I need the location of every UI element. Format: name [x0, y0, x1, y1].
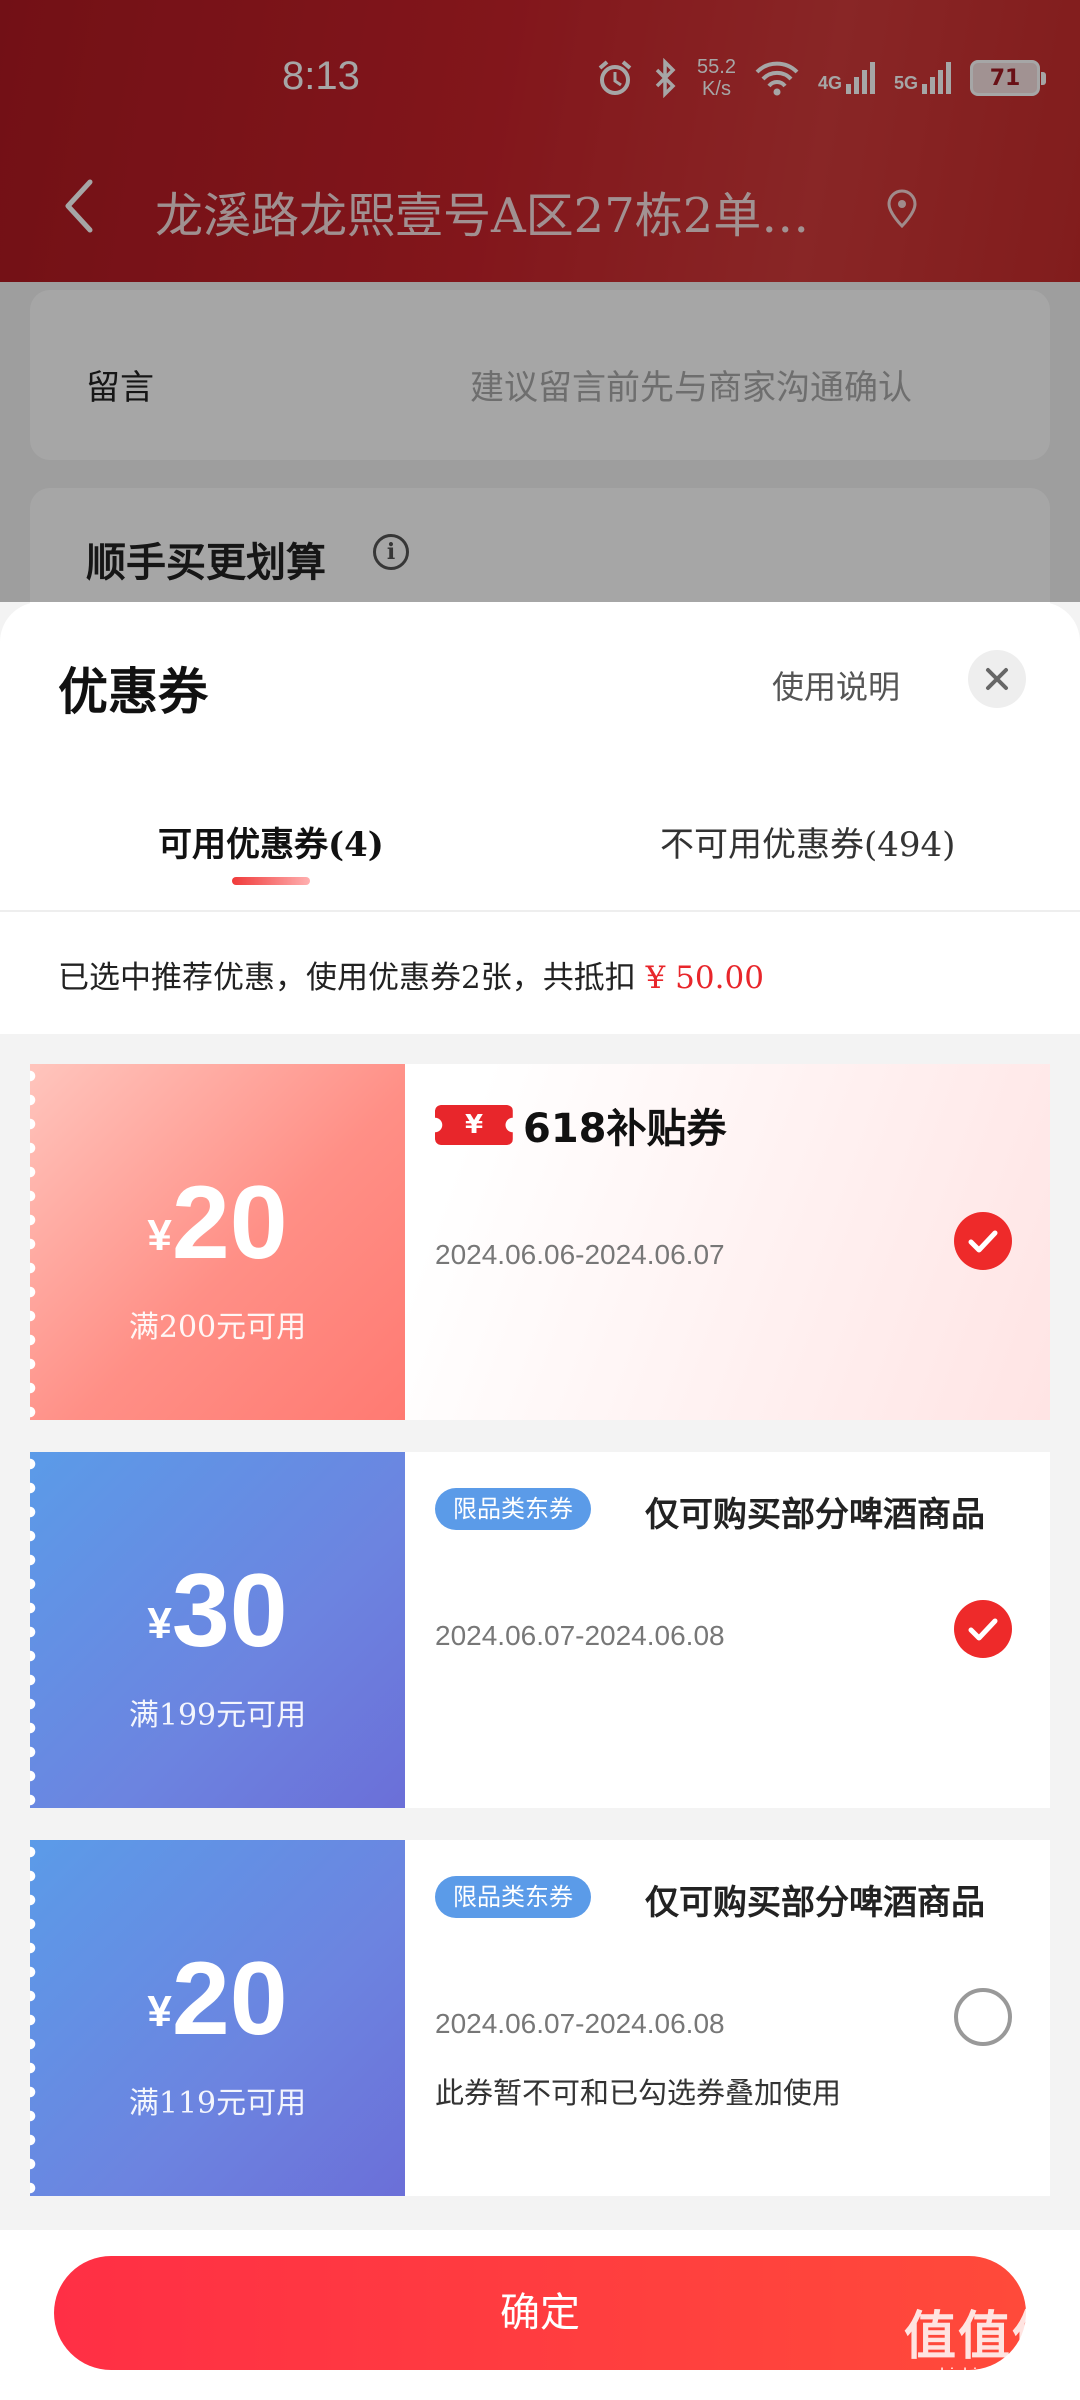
- category-badge: 限品类东券: [435, 1488, 591, 1530]
- ticket-icon: ¥: [435, 1105, 513, 1145]
- coupon-name: 618补贴券: [523, 1106, 727, 1152]
- coupon-sheet: 优惠券 使用说明 可用优惠券(4) 不可用优惠券(494) 已选中推荐优惠，使用…: [0, 602, 1080, 2400]
- sheet-title: 优惠券: [58, 662, 208, 721]
- coupon-value-panel: ¥30 满199元可用: [30, 1452, 405, 1808]
- coupon-stack-note: 此券暂不可和已勾选券叠加使用: [435, 2076, 842, 2110]
- category-badge: 限品类东券: [435, 1876, 591, 1918]
- close-button[interactable]: [968, 650, 1026, 708]
- confirm-button[interactable]: 确定: [54, 2256, 1026, 2370]
- coupon-validity: 2024.06.07-2024.06.08: [435, 1620, 725, 1651]
- coupon-threshold: 满199元可用: [128, 1698, 307, 1733]
- coupon-checkbox-checked[interactable]: [954, 1600, 1012, 1658]
- coupon-validity: 2024.06.06-2024.06.07: [435, 1239, 725, 1270]
- coupon-threshold: 满200元可用: [128, 1310, 307, 1345]
- coupon-threshold: 满119元可用: [128, 2086, 307, 2121]
- coupon-validity: 2024.06.07-2024.06.08: [435, 2008, 725, 2039]
- modal-overlay[interactable]: [0, 0, 1080, 602]
- subsidy-badge: ¥ 618补贴券: [435, 1096, 727, 1154]
- coupon-amount: ¥20: [147, 1941, 288, 2057]
- tab-unavailable-coupons[interactable]: 不可用优惠券(494): [660, 817, 955, 866]
- summary-text: 已选中推荐优惠，使用优惠券2张，共抵扣: [58, 960, 636, 996]
- coupon-list: ¥20 满200元可用 ¥ 618补贴券 2024.06.06-2024.06.…: [0, 1034, 1080, 2230]
- close-icon: [986, 668, 1008, 690]
- coupon-value-panel: ¥20 满200元可用: [30, 1064, 405, 1420]
- watermark-logo: 值值值: [903, 2306, 1066, 2367]
- summary-amount: ¥ 50.00: [645, 960, 764, 996]
- coupon-amount: ¥20: [147, 1165, 288, 1281]
- coupon-value-panel: ¥20 满119元可用: [30, 1840, 405, 2196]
- coupon-checkbox-unchecked[interactable]: [954, 1988, 1012, 2046]
- usage-instructions-link[interactable]: 使用说明: [772, 662, 900, 708]
- coupon-amount: ¥30: [147, 1553, 288, 1669]
- coupon-tabs: 可用优惠券(4) 不可用优惠券(494): [0, 797, 1080, 912]
- tab-available-coupons[interactable]: 可用优惠券(4): [158, 817, 384, 866]
- coupon-card[interactable]: ¥30 满199元可用 仅可购买部分啤酒商品 限品类东券 2024.06.07-…: [30, 1452, 1050, 1808]
- coupon-card[interactable]: ¥20 满119元可用 仅可购买部分啤酒商品 限品类东券 2024.06.07-…: [30, 1840, 1050, 2196]
- coupon-checkbox-checked[interactable]: [954, 1212, 1012, 1270]
- active-tab-indicator: [232, 877, 310, 885]
- selection-summary: 已选中推荐优惠，使用优惠券2张，共抵扣 ¥ 50.00: [58, 952, 764, 997]
- watermark: 值值值 zhizhizhi.com: [904, 2294, 1066, 2386]
- checkmark-icon: [968, 1230, 998, 1253]
- coupon-card[interactable]: ¥20 满200元可用 ¥ 618补贴券 2024.06.06-2024.06.…: [30, 1064, 1050, 1420]
- checkmark-icon: [968, 1618, 998, 1641]
